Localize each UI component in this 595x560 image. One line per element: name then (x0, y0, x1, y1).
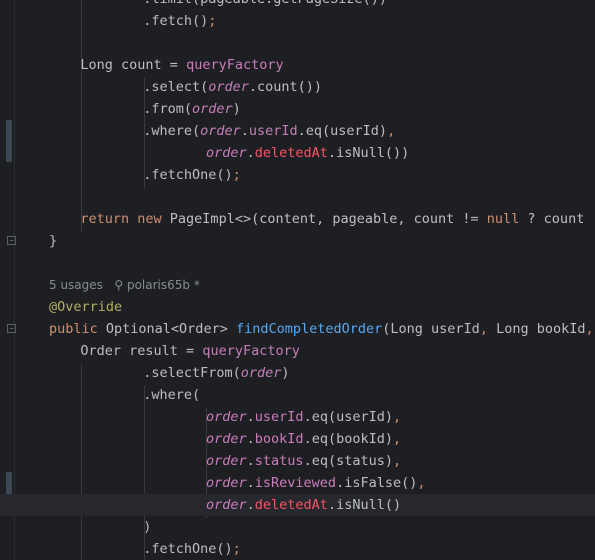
code-token: .select( (143, 79, 209, 95)
code-token: . (246, 145, 255, 161)
code-token: ) (281, 365, 290, 381)
code-token: PageImpl<>(content, pageable, count != (169, 211, 487, 227)
code-token: order (206, 475, 247, 491)
code-token: deletedAt (254, 145, 328, 161)
code-token: . (246, 453, 255, 469)
code-token: , (585, 321, 594, 337)
code-token: Long bookId (496, 321, 586, 337)
code-line[interactable] (0, 32, 595, 54)
code-token: } (49, 233, 58, 249)
code-token: order (240, 365, 282, 381)
code-line[interactable]: order.bookId.eq(bookId), (0, 428, 595, 450)
code-token: order (206, 497, 247, 513)
code-inlay-hint[interactable]: 5 usages ⚲ polaris65b * (0, 274, 595, 296)
code-token: order (191, 101, 233, 117)
code-token: return new (80, 211, 170, 227)
code-token: order (206, 145, 247, 161)
code-token: isReviewed (254, 475, 337, 491)
code-token: Optional<Order> (105, 321, 236, 337)
code-token: .fetchOne() (143, 541, 233, 557)
code-token: .where( (143, 123, 201, 139)
code-token: order (206, 431, 247, 447)
code-line[interactable]: return new PageImpl<>(content, pageable,… (0, 208, 595, 230)
code-token: .from( (143, 101, 192, 117)
code-token: bookId (254, 431, 304, 447)
code-token: .eq(status) (303, 453, 393, 469)
code-token: . (246, 409, 255, 425)
code-line[interactable]: order.deletedAt.isNull() (0, 494, 595, 516)
code-line[interactable]: } (0, 230, 595, 252)
code-token: . (246, 431, 255, 447)
code-line[interactable] (0, 252, 595, 274)
code-token: .eq(bookId) (303, 431, 393, 447)
code-line[interactable]: Long count = queryFactory (0, 54, 595, 76)
code-token: Long count = (80, 57, 187, 73)
code-line[interactable]: .fetchOne(); (0, 164, 595, 186)
inlay-text: ⚲ polaris65b * (102, 278, 200, 292)
code-token: ; (232, 167, 241, 183)
code-token: .eq(userId) (303, 409, 393, 425)
code-token: ; (232, 541, 241, 557)
code-token: .isFalse() (336, 475, 418, 491)
code-token: .eq(userId) (297, 123, 388, 139)
code-token: order (206, 409, 247, 425)
code-token: ? count : 0 (527, 211, 595, 227)
code-token: .limit(pageable.getPageSize()) (143, 0, 387, 7)
code-token: ; (208, 13, 217, 29)
code-line[interactable]: Order result = queryFactory (0, 340, 595, 362)
code-token: (Long userId (382, 321, 480, 337)
code-line[interactable]: .fetchOne(); (0, 538, 595, 560)
code-token: ) (143, 519, 152, 535)
code-line[interactable]: .where( (0, 384, 595, 406)
code-token: .count()) (248, 79, 323, 95)
code-token: userId (248, 123, 298, 139)
code-token: , (417, 475, 426, 491)
code-line[interactable]: @Override (0, 296, 595, 318)
code-token: Order result = (80, 343, 203, 359)
code-line[interactable]: .select(order.count()) (0, 76, 595, 98)
code-token: deletedAt (254, 497, 328, 513)
code-token: .isNull()) (327, 145, 410, 161)
code-token: .fetch() (143, 13, 209, 29)
code-token: .isNull() (327, 497, 402, 513)
code-token: public (49, 321, 106, 337)
code-token: . (246, 475, 255, 491)
code-token: @Override (49, 299, 123, 315)
code-line[interactable]: .where(order.userId.eq(userId), (0, 120, 595, 142)
code-line[interactable]: .from(order) (0, 98, 595, 120)
code-line[interactable]: .limit(pageable.getPageSize()) (0, 0, 595, 10)
code-line[interactable]: order.status.eq(status), (0, 450, 595, 472)
code-line[interactable]: .selectFrom(order) (0, 362, 595, 384)
code-token: , (392, 431, 402, 447)
code-token: queryFactory (202, 343, 300, 359)
code-token: , (392, 453, 402, 469)
code-line[interactable] (0, 186, 595, 208)
code-line[interactable]: order.deletedAt.isNull()) (0, 142, 595, 164)
code-token: userId (254, 409, 304, 425)
code-token: , (479, 321, 497, 337)
code-token: .fetchOne() (143, 167, 233, 183)
code-line[interactable]: order.isReviewed.isFalse(), (0, 472, 595, 494)
code-token: order (200, 123, 241, 139)
code-token: status (254, 453, 304, 469)
code-line[interactable]: public Optional<Order> findCompletedOrde… (0, 318, 595, 340)
code-token: findCompletedOrder (235, 321, 383, 337)
code-token: null (486, 211, 520, 227)
code-token: , (392, 409, 402, 425)
code-token: .where( (143, 387, 201, 403)
code-line[interactable]: order.userId.eq(userId), (0, 406, 595, 428)
code-token: order (208, 79, 249, 95)
code-token: , (387, 123, 396, 139)
code-line[interactable]: .fetch(); (0, 10, 595, 32)
inlay-text: 5 usages (49, 278, 103, 292)
code-line[interactable]: ) (0, 516, 595, 538)
code-token: ) (232, 101, 241, 117)
code-token: order (206, 453, 247, 469)
code-token: . (246, 497, 255, 513)
code-token: .selectFrom( (143, 365, 241, 381)
code-token: queryFactory (186, 57, 284, 73)
code-token: . (240, 123, 249, 139)
